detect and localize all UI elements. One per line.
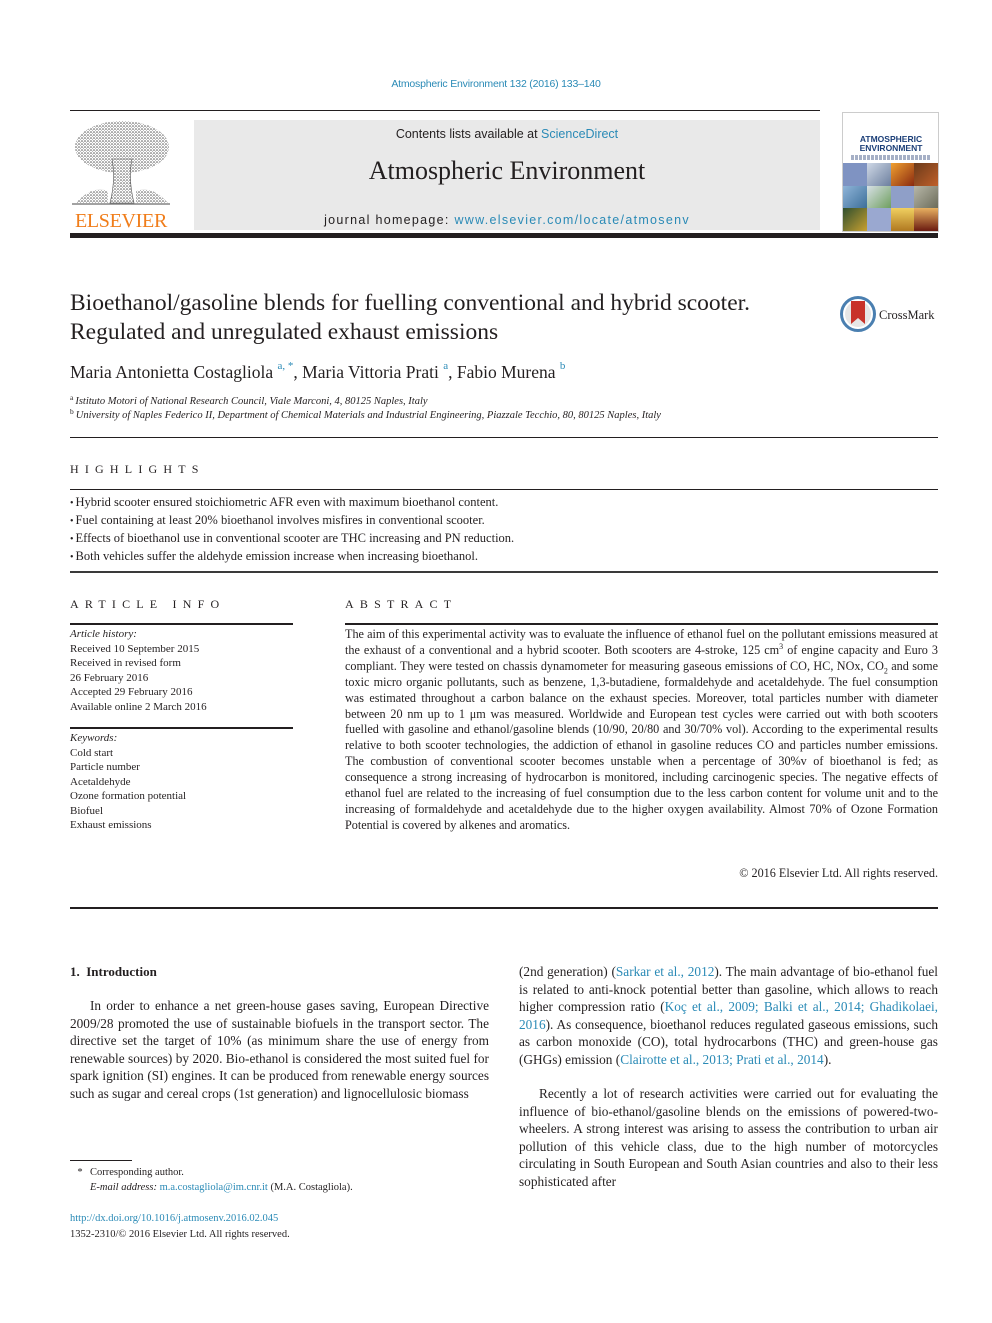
keyword: Particle number <box>70 761 140 773</box>
cover-title: ATMOSPHERIC ENVIRONMENT <box>859 134 923 153</box>
divider <box>70 727 293 729</box>
doi-block: http://dx.doi.org/10.1016/j.atmosenv.201… <box>70 1211 490 1242</box>
journal-cover-thumbnail[interactable]: ATMOSPHERIC ENVIRONMENT <box>842 112 939 232</box>
introduction-paragraph: (2nd generation) (Sarkar et al., 2012). … <box>519 964 938 1067</box>
author-affiliation-marker[interactable]: a <box>443 360 448 372</box>
cover-subtitle <box>851 155 931 160</box>
article-history-label: Article history: <box>70 628 137 640</box>
divider <box>70 489 938 490</box>
running-header[interactable]: Atmospheric Environment 132 (2016) 133–1… <box>0 78 992 90</box>
divider <box>70 571 938 573</box>
highlight-item: Fuel containing at least 20% bioethanol … <box>70 512 930 530</box>
contents-line: Contents lists available at ScienceDirec… <box>194 127 820 141</box>
footnote-marker: * <box>77 1167 83 1178</box>
author-name[interactable]: Maria Vittoria Prati <box>302 362 439 382</box>
history-line: Available online 2 March 2016 <box>70 700 207 713</box>
author-name[interactable]: Fabio Murena <box>457 362 556 382</box>
keywords-label: Keywords: <box>70 732 118 744</box>
article-title: Bioethanol/gasoline blends for fuelling … <box>70 290 751 345</box>
abstract-heading: ABSTRACT <box>345 597 458 611</box>
highlight-item: Effects of bioethanol use in conventiona… <box>70 530 930 548</box>
citation-link[interactable]: Clairotte et al., 2013; Prati et al., 20… <box>620 1052 823 1067</box>
highlights-list: Hybrid scooter ensured stoichiometric AF… <box>70 494 930 566</box>
author-affiliation-marker[interactable]: b <box>560 360 566 372</box>
keyword: Acetaldehyde <box>70 775 131 788</box>
introduction-heading: 1. Introduction <box>70 964 157 979</box>
highlight-item: Hybrid scooter ensured stoichiometric AF… <box>70 494 930 512</box>
journal-masthead: Contents lists available at ScienceDirec… <box>194 120 820 230</box>
keyword: Exhaust emissions <box>70 819 152 831</box>
corresponding-author-footnote: * Corresponding author. E-mail address: m… <box>70 1165 490 1195</box>
author-name[interactable]: Maria Antonietta Costagliola <box>70 362 273 382</box>
email-link[interactable]: m.a.costagliola@im.cnr.it <box>160 1182 268 1193</box>
affiliation: b University of Naples Federico II, Depar… <box>70 406 661 421</box>
keyword: Cold start <box>70 746 114 759</box>
contents-prefix: Contents lists available at <box>395 127 542 141</box>
top-rule <box>70 110 820 111</box>
homepage-prefix: journal homepage: <box>324 213 455 227</box>
issn-copyright: 1352-2310/© 2016 Elsevier Ltd. All right… <box>70 1228 290 1240</box>
journal-title: Atmospheric Environment <box>368 156 646 185</box>
journal-homepage-line: journal homepage: www.elsevier.com/locat… <box>194 213 820 227</box>
highlight-item: Both vehicles suffer the aldehyde emissi… <box>70 548 930 566</box>
keywords: Keywords: Cold start Particle number Ace… <box>70 731 295 833</box>
article-history: Article history: Received 10 September 2… <box>70 627 295 714</box>
journal-homepage-link[interactable]: www.elsevier.com/locate/atmosenv <box>454 213 689 227</box>
citation-link[interactable]: Sarkar et al., 2012 <box>616 964 714 979</box>
author-list: Maria Antonietta Costagliola a, *, Maria… <box>70 360 566 382</box>
crossmark-button[interactable]: CrossMark <box>840 296 940 334</box>
keyword: Ozone formation potential <box>70 790 187 802</box>
doi-link[interactable]: http://dx.doi.org/10.1016/j.atmosenv.201… <box>70 1211 490 1227</box>
history-line: 26 February 2016 <box>70 671 149 684</box>
footnote-rule <box>70 1160 132 1161</box>
masthead-rule <box>70 233 938 238</box>
crossmark-label: CrossMark <box>879 308 935 322</box>
divider <box>345 623 938 625</box>
email-label: E-mail address: <box>90 1182 157 1193</box>
abstract-text: The aim of this experimental activity wa… <box>345 627 938 832</box>
history-line: Accepted 29 February 2016 <box>70 686 193 698</box>
cover-image-grid <box>843 163 938 231</box>
highlights-heading: HIGHLIGHTS <box>70 462 205 476</box>
divider <box>70 623 293 625</box>
abstract-copyright: © 2016 Elsevier Ltd. All rights reserved… <box>739 866 938 880</box>
divider <box>70 907 938 909</box>
keyword: Biofuel <box>70 804 103 817</box>
introduction-paragraph: Recently a lot of research activities we… <box>519 1086 938 1189</box>
elsevier-logo[interactable]: ELSEVIER <box>70 117 172 233</box>
elsevier-tree-icon <box>72 121 170 205</box>
author-affiliation-marker[interactable]: a, * <box>278 360 294 372</box>
elsevier-wordmark: ELSEVIER <box>74 210 168 232</box>
history-line: Received 10 September 2015 <box>70 642 200 655</box>
sciencedirect-link[interactable]: ScienceDirect <box>541 127 618 141</box>
divider <box>70 437 938 438</box>
article-info-heading: ARTICLE INFO <box>70 597 226 611</box>
history-line: Received in revised form <box>70 657 181 669</box>
affiliation: a Istituto Motori of National Research Co… <box>70 392 428 407</box>
crossmark-icon <box>840 296 876 332</box>
introduction-paragraph: In order to enhance a net green-house ga… <box>70 998 489 1101</box>
